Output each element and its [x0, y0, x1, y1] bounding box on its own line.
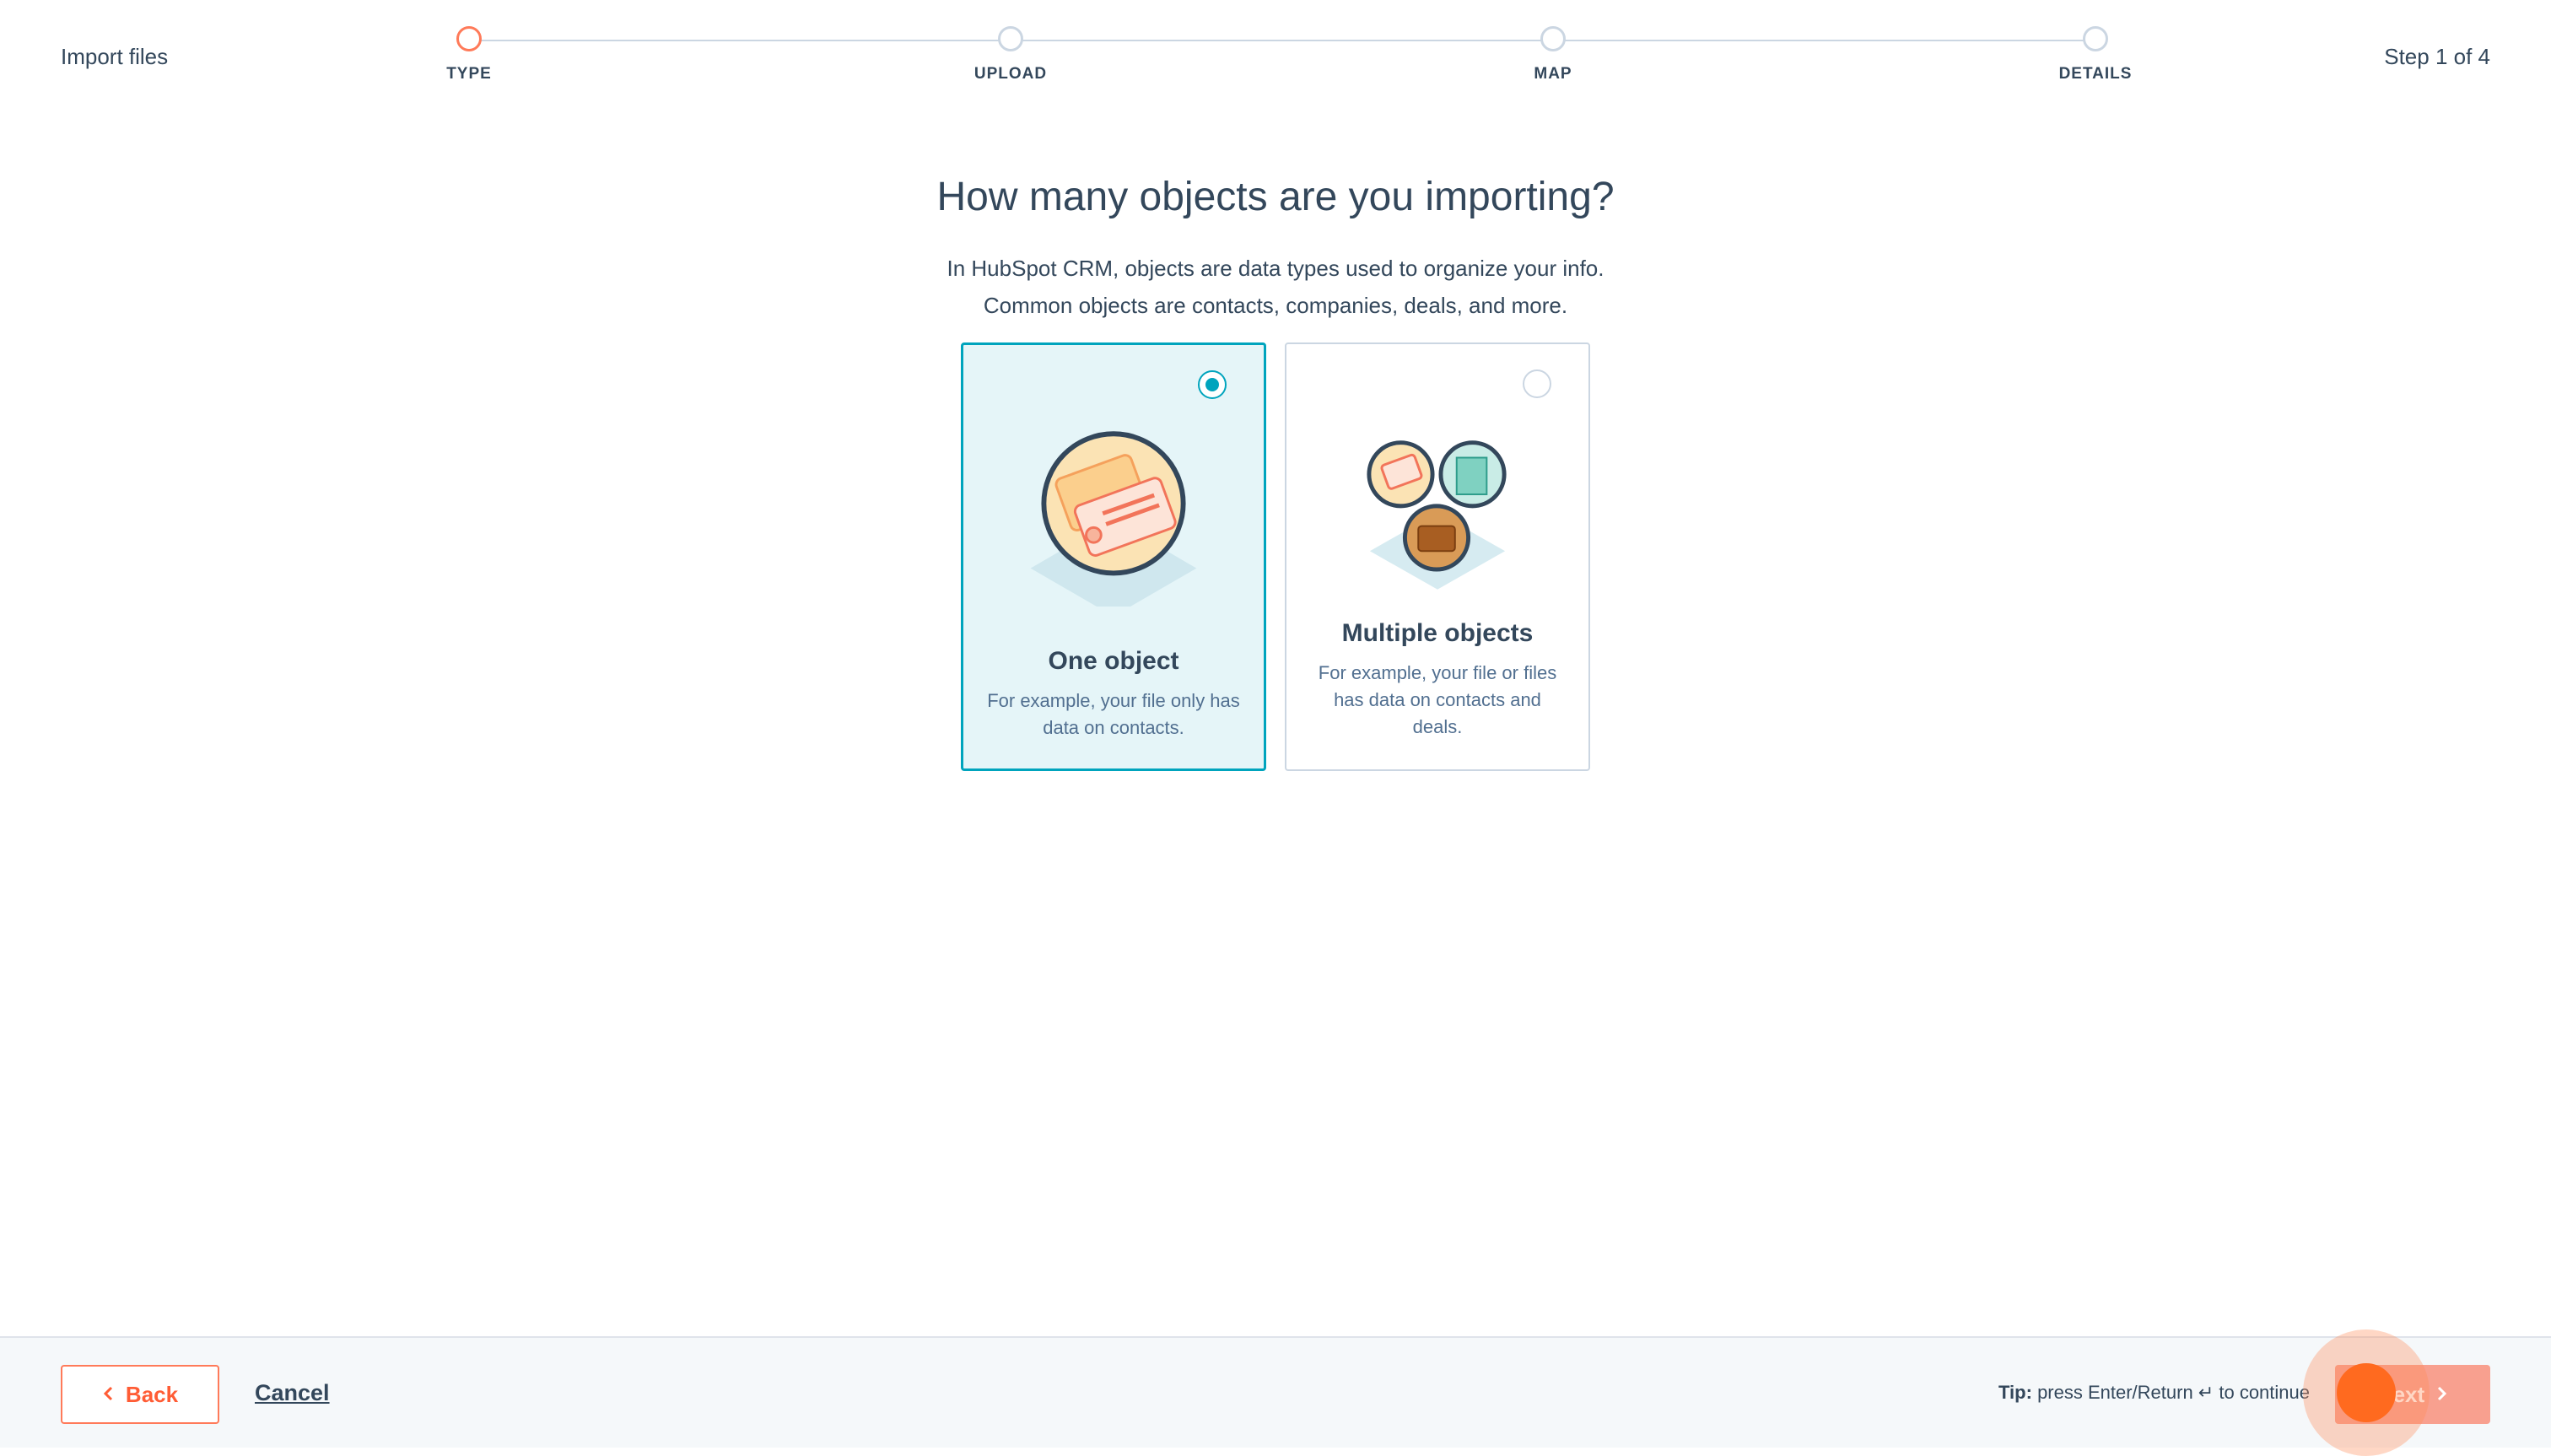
question-heading: How many objects are you importing? [936, 175, 1615, 219]
step-type-label: TYPE [446, 65, 492, 83]
option-title-one-object: One object [1048, 647, 1179, 675]
step-type: TYPE [385, 25, 553, 84]
footer-bar: Back Cancel Tip: press Enter/Return ↵ to… [0, 1336, 2551, 1448]
description-line-2: Common objects are contacts, companies, … [983, 293, 1568, 318]
question-description: In HubSpot CRM, objects are data types u… [0, 250, 2551, 324]
keyboard-tip: Tip: press Enter/Return ↵ to continue [1998, 1382, 2310, 1404]
option-desc-one-object: For example, your file only has data on … [987, 690, 1240, 738]
contact-card-illustration-icon [1030, 431, 1197, 607]
back-button[interactable]: Back [61, 1365, 219, 1424]
multiple-objects-illustration-icon [1367, 440, 1507, 590]
step-map-label: MAP [1534, 65, 1572, 83]
tip-text: press Enter/Return ↵ to continue [2037, 1382, 2310, 1403]
click-indicator-dot [2337, 1363, 2396, 1422]
step-map: MAP [1469, 25, 1637, 84]
step-upload: UPLOAD [926, 25, 1095, 84]
step-details-label: DETAILS [2058, 65, 2133, 83]
step-indicator: Step 1 of 4 [2384, 44, 2490, 69]
option-title-multiple-objects: Multiple objects [1341, 619, 1534, 647]
option-card-multiple-objects[interactable]: Multiple objects For example, your file … [1285, 342, 1590, 771]
cancel-link[interactable]: Cancel [255, 1380, 330, 1406]
description-line-1: In HubSpot CRM, objects are data types u… [947, 256, 1604, 281]
tip-prefix: Tip: [1998, 1382, 2032, 1403]
progress-stepper: TYPE UPLOAD MAP DETAILS [446, 25, 2131, 101]
chevron-left-icon [102, 1382, 114, 1408]
step-upload-label: UPLOAD [973, 65, 1048, 83]
step-details-dot [2083, 26, 2108, 51]
step-details: DETAILS [2011, 25, 2180, 84]
stepper-line [469, 40, 2095, 41]
page-title: Import files [61, 44, 169, 69]
option-desc-multiple-objects: For example, your file or files has data… [1318, 662, 1557, 737]
step-upload-dot [998, 26, 1023, 51]
chevron-right-icon [2436, 1382, 2448, 1408]
option-card-one-object[interactable]: One object For example, your file only h… [961, 342, 1266, 771]
step-type-dot [456, 26, 482, 51]
back-button-label: Back [125, 1381, 179, 1407]
step-map-dot [1540, 26, 1566, 51]
